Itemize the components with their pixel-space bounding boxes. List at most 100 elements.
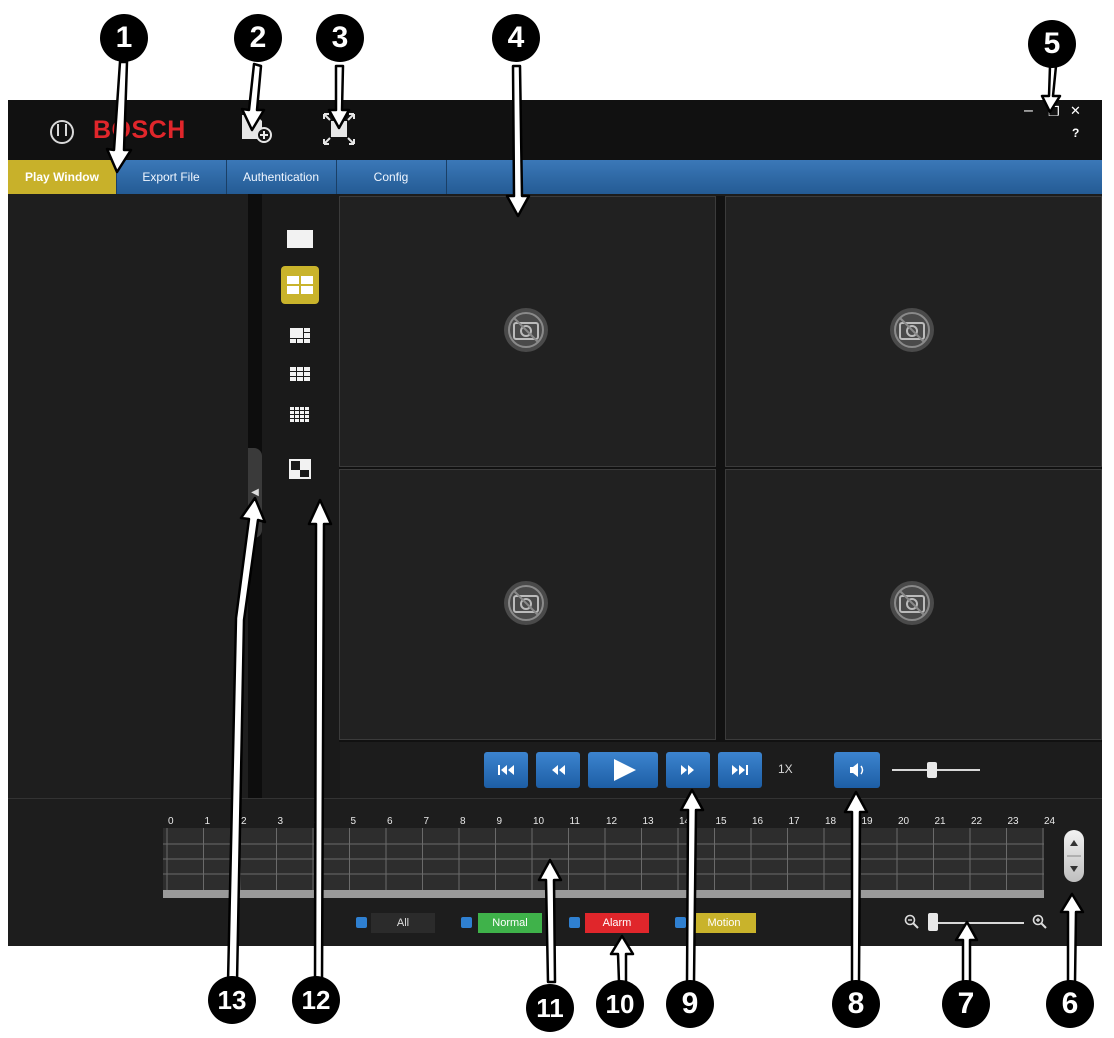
skip-start-button[interactable]: [484, 752, 528, 788]
main-menu: Play Window Export File Authentication C…: [8, 160, 1102, 194]
timeline-hour-label: 21: [934, 816, 946, 827]
callout-6: 6: [1046, 980, 1094, 1028]
timeline-hour-label: 12: [606, 816, 618, 827]
tab-authentication[interactable]: Authentication: [226, 160, 337, 194]
restore-button[interactable]: ❐: [1048, 104, 1060, 120]
timeline-hour-label: 4: [314, 816, 320, 827]
layout-4-button[interactable]: [281, 266, 319, 304]
video-cell-4[interactable]: [725, 469, 1102, 740]
timeline-hour-label: 2: [241, 816, 247, 827]
volume-slider-thumb[interactable]: [926, 762, 937, 778]
layout-9-icon[interactable]: [281, 356, 319, 394]
zoom-track[interactable]: [930, 922, 1024, 924]
filter-alarm-label: Alarm: [585, 913, 649, 933]
callout-4: 4: [492, 14, 540, 62]
layout-4-icon: [287, 276, 313, 294]
zoom-out-icon[interactable]: [904, 914, 920, 930]
tab-export-file[interactable]: Export File: [116, 160, 227, 194]
layout-custom-icon[interactable]: [281, 450, 319, 488]
skip-start-icon: [498, 765, 514, 775]
filter-all-checkbox[interactable]: [356, 917, 367, 928]
callout-13: 13: [208, 976, 256, 1024]
device-tree-panel: [8, 194, 248, 798]
fast-forward-icon: [681, 765, 694, 775]
filter-normal-checkbox[interactable]: [461, 917, 472, 928]
timeline-hour-label: 11: [569, 816, 580, 827]
filter-motion-label: Motion: [692, 913, 756, 933]
callout-9: 9: [666, 980, 714, 1028]
timeline-hour-label: 1: [204, 816, 211, 827]
timeline-hour-label: 24: [1044, 816, 1056, 827]
minimize-button[interactable]: –: [1024, 102, 1033, 120]
camera-offline-icon: [504, 308, 548, 352]
callout-10: 10: [596, 980, 644, 1028]
video-cell-3[interactable]: [339, 469, 716, 740]
zoom-slider-thumb[interactable]: [928, 913, 938, 931]
timeline-hour-label: 16: [752, 816, 764, 827]
timeline-hour-label: 8: [460, 816, 466, 827]
rewind-button[interactable]: [536, 752, 580, 788]
callout-8: 8: [832, 980, 880, 1028]
timeline-hour-label: 19: [861, 816, 873, 827]
video-cell-1[interactable]: [339, 196, 716, 467]
brand-name: BOSCH: [93, 116, 186, 144]
filter-normal-label: Normal: [478, 913, 542, 933]
layout-16-icon[interactable]: [281, 396, 319, 434]
callout-2: 2: [234, 14, 282, 62]
timeline-hour-label: 5: [350, 816, 357, 827]
layout-6-icon[interactable]: [281, 316, 319, 354]
timeline-hour-label: 0: [168, 816, 174, 827]
tab-config[interactable]: Config: [336, 160, 447, 194]
timeline-hour-label: 14: [679, 816, 691, 827]
app-window: BOSCH – ❐ ✕ ? Play Window Export File Au…: [8, 100, 1102, 946]
timeline-hour-label: 18: [825, 816, 837, 827]
filter-all-label: All: [371, 913, 435, 933]
layout-1-icon[interactable]: [281, 220, 319, 258]
timeline-hour-label: 15: [715, 816, 727, 827]
skip-end-button[interactable]: [718, 752, 762, 788]
play-icon: [614, 759, 636, 781]
timeline-hour-label: 23: [1007, 816, 1019, 827]
skip-end-icon: [732, 765, 748, 775]
bosch-logo-icon: [50, 120, 74, 144]
callout-11: 11: [526, 984, 574, 1032]
zoom-in-icon[interactable]: [1032, 914, 1048, 930]
timeline-hour-label: 3: [277, 816, 284, 827]
timeline-hour-label: 10: [533, 816, 545, 827]
speaker-icon: [850, 763, 864, 777]
fullscreen-icon[interactable]: [322, 112, 356, 146]
camera-offline-icon: [890, 308, 934, 352]
timeline-hour-label: 22: [971, 816, 983, 827]
timeline-hour-label: 6: [387, 816, 393, 827]
timeline-hour-label: 17: [788, 816, 800, 827]
playback-speed: 1X: [778, 762, 793, 776]
callout-1: 1: [100, 14, 148, 62]
title-bar: BOSCH – ❐ ✕ ?: [8, 100, 1102, 160]
filter-motion-checkbox[interactable]: [675, 917, 686, 928]
filter-alarm-checkbox[interactable]: [569, 917, 580, 928]
camera-offline-icon: [504, 581, 548, 625]
timeline-hour-label: 20: [898, 816, 910, 827]
rewind-icon: [552, 765, 565, 775]
timeline-hour-label: 7: [423, 816, 430, 827]
tab-play-window[interactable]: Play Window: [8, 160, 117, 194]
video-cell-2[interactable]: [725, 196, 1102, 467]
close-button[interactable]: ✕: [1070, 103, 1081, 119]
timeline-hour-label: 13: [642, 816, 654, 827]
fast-forward-button[interactable]: [666, 752, 710, 788]
add-device-icon[interactable]: [240, 113, 274, 145]
timeline-scroll-button[interactable]: [1064, 830, 1084, 882]
timeline-scrollbar[interactable]: [163, 890, 1044, 898]
callout-12: 12: [292, 976, 340, 1024]
collapse-arrow-icon[interactable]: ◀: [248, 448, 262, 538]
video-grid: [339, 196, 1102, 742]
timeline-hour-label: 9: [496, 816, 503, 827]
callout-7: 7: [942, 980, 990, 1028]
play-button[interactable]: [588, 752, 658, 788]
scroll-updown-icon: [1067, 840, 1081, 872]
timeline-grid[interactable]: [163, 828, 1044, 890]
camera-offline-icon: [890, 581, 934, 625]
mute-button[interactable]: [834, 752, 880, 788]
help-button[interactable]: ?: [1072, 126, 1079, 140]
callout-3: 3: [316, 14, 364, 62]
